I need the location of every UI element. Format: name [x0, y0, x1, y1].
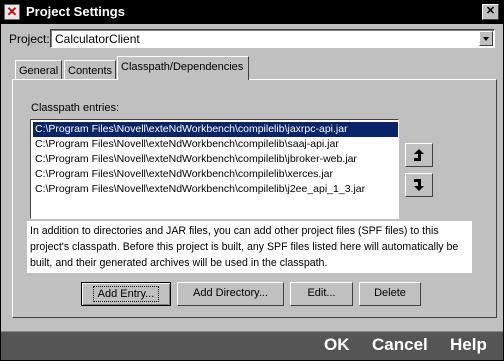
window-title: Project Settings — [26, 4, 125, 19]
list-item[interactable]: C:\Program Files\Novell\exteNdWorkbench\… — [33, 182, 398, 197]
title-bar[interactable]: ✕ Project Settings ✕ — [1, 1, 503, 24]
move-up-button[interactable] — [405, 143, 433, 167]
app-icon: ✕ — [4, 4, 20, 20]
classpath-description: In addition to directories and JAR files… — [27, 221, 472, 273]
delete-label: Delete — [374, 287, 406, 299]
dialog-footer: OK Cancel Help — [1, 331, 503, 360]
add-directory-label: Add Directory... — [193, 287, 268, 299]
list-item[interactable]: C:\Program Files\Novell\exteNdWorkbench\… — [33, 122, 398, 137]
tab-classpath-dependencies[interactable]: Classpath/Dependencies — [117, 56, 249, 80]
move-down-button[interactable] — [405, 173, 433, 197]
project-value: CalculatorClient — [55, 32, 140, 46]
down-arrow-icon — [414, 179, 424, 191]
project-label: Project: — [9, 32, 50, 46]
description-line: project's classpath. Before this project… — [30, 241, 459, 253]
edit-button[interactable]: Edit... — [290, 282, 353, 306]
list-item[interactable]: C:\Program Files\Novell\exteNdWorkbench\… — [33, 152, 398, 167]
project-settings-dialog: ✕ Project Settings ✕ Project: Calculator… — [0, 0, 504, 361]
add-entry-button[interactable]: Add Entry... — [81, 282, 171, 306]
tab-contents[interactable]: Contents — [64, 60, 117, 80]
chevron-down-icon[interactable] — [479, 31, 493, 46]
edit-label: Edit... — [307, 287, 336, 299]
tab-general[interactable]: General — [15, 60, 63, 80]
cancel-button[interactable]: Cancel — [372, 335, 428, 355]
up-arrow-icon — [414, 149, 424, 161]
close-icon[interactable]: ✕ — [482, 4, 499, 20]
help-button[interactable]: Help — [450, 335, 487, 355]
list-item[interactable]: C:\Program Files\Novell\exteNdWorkbench\… — [33, 137, 398, 152]
ok-button[interactable]: OK — [324, 335, 350, 355]
add-entry-label: Add Entry... — [92, 286, 160, 302]
description-line: built, and their generated archives will… — [30, 257, 328, 269]
delete-button[interactable]: Delete — [359, 282, 421, 306]
classpath-list[interactable]: C:\Program Files\Novell\exteNdWorkbench\… — [30, 119, 399, 219]
add-directory-button[interactable]: Add Directory... — [177, 282, 284, 306]
classpath-entries-label: Classpath entries: — [31, 102, 120, 114]
description-line: In addition to directories and JAR files… — [30, 225, 439, 237]
project-select[interactable]: CalculatorClient — [50, 29, 495, 48]
list-item[interactable]: C:\Program Files\Novell\exteNdWorkbench\… — [33, 167, 398, 182]
